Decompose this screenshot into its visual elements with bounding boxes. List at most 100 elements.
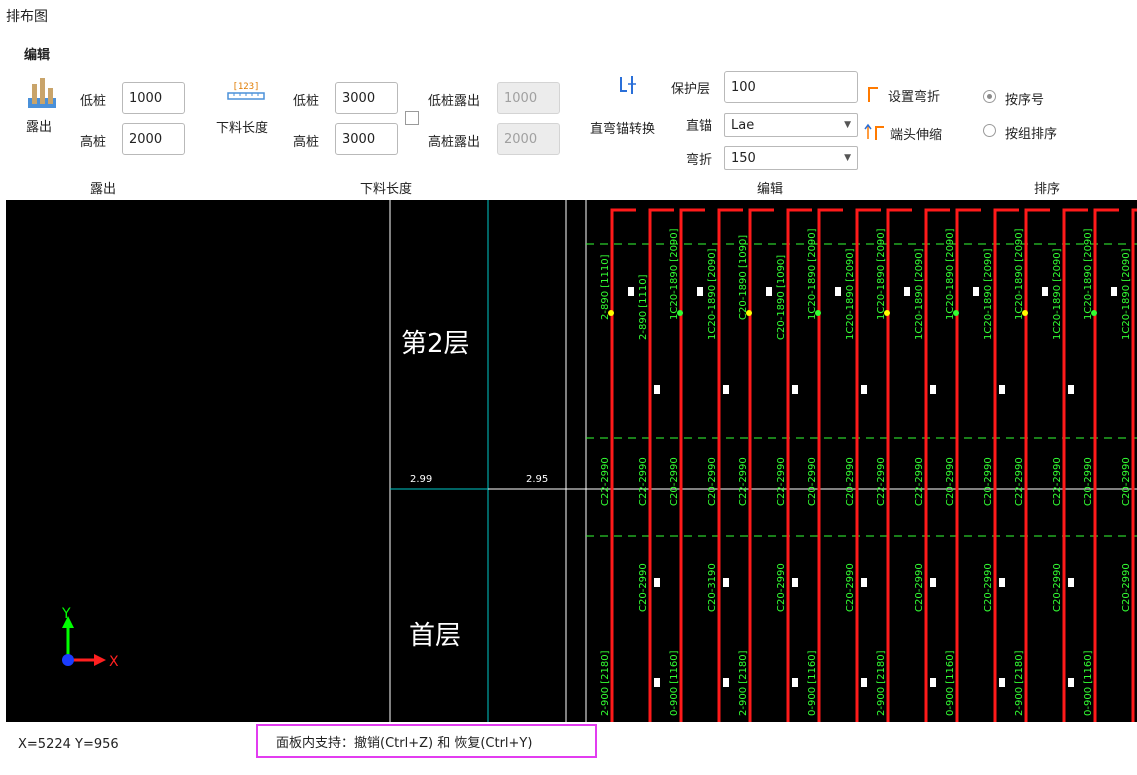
rebar-label-lower: C20-2990 xyxy=(914,563,925,612)
cut-length-icon-digits: [123] xyxy=(232,82,259,92)
rebar-node xyxy=(1068,578,1074,587)
rebar-marker-dot xyxy=(608,310,614,316)
radio-checked-icon xyxy=(983,90,996,103)
expose-low-pile-input[interactable] xyxy=(122,82,185,114)
set-bend-label: 设置弯折 xyxy=(888,90,941,105)
bend-label: 弯折 xyxy=(686,153,713,168)
rebar-label-bottom: 2-900 [2180] xyxy=(600,650,611,716)
ribbon-tab-edit[interactable]: 编辑 xyxy=(24,44,50,63)
rebar-bar xyxy=(610,208,636,722)
rebar-label-lower: C20-2990 xyxy=(1052,563,1063,612)
end-stretch-button[interactable]: 端头伸缩 xyxy=(864,122,954,143)
sort-by-number-radio[interactable]: 按序号 xyxy=(983,88,1083,108)
rebar-node xyxy=(654,578,660,587)
high-expose-label: 高桩露出 xyxy=(428,135,481,150)
rebar-node xyxy=(930,385,936,394)
sort-by-group-label: 按组排序 xyxy=(1005,127,1058,142)
cut-low-pile-input[interactable] xyxy=(335,82,398,114)
rebar-label-upper: 1C20-1890 [2090] xyxy=(1121,248,1132,340)
rebar-node xyxy=(766,287,772,296)
rebar-bar xyxy=(679,208,705,722)
rebar-label-bottom: 2-900 [2180] xyxy=(1014,650,1025,716)
expose-icon xyxy=(28,78,56,108)
stretch-icon xyxy=(864,123,884,140)
rebar-marker-dot xyxy=(677,310,683,316)
expose-high-pile-input[interactable] xyxy=(122,123,185,155)
rebar-label-mid: C20-2990 xyxy=(707,457,718,506)
rebar-label-mid: C20-2990 xyxy=(983,457,994,506)
rebar-label-mid: C20-2990 xyxy=(1121,457,1132,506)
rebar-label-mid: C20-2990 xyxy=(845,457,856,506)
layout-drawing[interactable]: 第2层 首层 2.99 2.95 Y X 2-890 [1110] 2-890 [… xyxy=(6,200,1137,722)
rebar-node xyxy=(930,578,936,587)
low-expose-label: 低桩露出 xyxy=(428,94,481,109)
drawing-canvas[interactable]: 第2层 首层 2.99 2.95 Y X 2-890 [1110] 2-890 [… xyxy=(6,200,1137,722)
bend-select[interactable]: 150 ▼ xyxy=(724,146,858,170)
cut-length-button[interactable]: [123] 下料长度 xyxy=(214,80,278,140)
rebar-node xyxy=(654,385,660,394)
rebar-label-bottom: 0-900 [1160] xyxy=(945,650,956,716)
sort-by-number-label: 按序号 xyxy=(1005,93,1045,108)
axis-y-label: Y xyxy=(61,606,71,622)
rebar-label-bottom: 0-900 [1160] xyxy=(1083,650,1094,716)
rebar-node xyxy=(792,678,798,687)
rebar-marker-dot xyxy=(953,310,959,316)
rebar-label-mid: C22-2990 xyxy=(600,457,611,506)
rebar-label-bottom: 2-900 [2180] xyxy=(738,650,749,716)
rebar-label-mid: C22-2990 xyxy=(1014,457,1025,506)
rebar-label-lower: C20-2990 xyxy=(983,563,994,612)
low-expose-input[interactable] xyxy=(497,82,560,114)
rebar-label-mid: C22-2990 xyxy=(1052,457,1063,506)
sort-group-caption: 排序 xyxy=(1034,182,1061,197)
cover-input[interactable] xyxy=(724,71,858,103)
straight-anchor-value: Lae xyxy=(731,117,755,133)
rebar-marker-dot xyxy=(746,310,752,316)
rebar-label-bottom: 0-900 [1160] xyxy=(807,650,818,716)
cut-low-pile-label: 低桩 xyxy=(293,94,320,109)
cut-length-button-label: 下料长度 xyxy=(216,121,269,136)
convert-anchor-button[interactable]: 直弯锚转换 xyxy=(590,74,670,138)
chevron-down-icon: ▼ xyxy=(844,120,851,130)
rebar-node xyxy=(792,385,798,394)
cut-high-pile-label: 高桩 xyxy=(293,135,320,150)
rebar-bar xyxy=(1093,208,1119,722)
rebar-label-mid: C20-2990 xyxy=(1083,457,1094,506)
rebar-label-mid: C22-2990 xyxy=(638,457,649,506)
bend-icon xyxy=(868,87,878,102)
rebar-label-lower: C20-2990 xyxy=(1121,563,1132,612)
rebar-label-bottom: 2-900 [2180] xyxy=(876,650,887,716)
rebar-label-bottom: 0-900 [1160] xyxy=(669,650,680,716)
rebar-node xyxy=(723,385,729,394)
rebar-node xyxy=(654,678,660,687)
anchor-convert-icon xyxy=(620,76,636,94)
rebar-label-mid: C22-2990 xyxy=(876,457,887,506)
rebar-node xyxy=(930,678,936,687)
expose-group-caption: 露出 xyxy=(90,182,117,197)
rebar-label-mid: C22-2990 xyxy=(738,457,749,506)
rebar-label-upper: 1C20-1890 [2090] xyxy=(1014,228,1025,320)
window-title: 排布图 xyxy=(6,9,48,25)
rebar-label-upper: 1C20-1890 [2090] xyxy=(1052,248,1063,340)
rebar-label-lower: C20-2990 xyxy=(845,563,856,612)
rebar-node xyxy=(999,578,1005,587)
expose-enable-checkbox[interactable] xyxy=(405,111,419,125)
expose-low-pile-label: 低桩 xyxy=(80,94,107,109)
rebar-bar xyxy=(955,208,981,722)
cut-high-pile-input[interactable] xyxy=(335,123,398,155)
set-bend-button[interactable]: 设置弯折 xyxy=(866,84,956,105)
sort-by-group-radio[interactable]: 按组排序 xyxy=(983,122,1083,142)
rebar-label-mid: C20-2990 xyxy=(669,457,680,506)
rebar-bar xyxy=(886,208,912,722)
rebar-label-upper: 1C20-1890 [2090] xyxy=(845,248,856,340)
rebar-label-mid: C22-2990 xyxy=(776,457,787,506)
rebar-label-lower: C20-2990 xyxy=(776,563,787,612)
edit-group-caption: 编辑 xyxy=(757,182,784,197)
expose-button[interactable]: 露出 xyxy=(22,76,62,136)
floor-label-lower: 首层 xyxy=(409,621,461,651)
rebar-bar xyxy=(817,208,843,722)
high-expose-input[interactable] xyxy=(497,123,560,155)
ruler-icon: [123] xyxy=(227,82,265,100)
rebar-columns[interactable]: 2-890 [1110] 2-890 [1110] C22-2990 C22-2990… xyxy=(600,208,1137,722)
rebar-node xyxy=(1042,287,1048,296)
straight-anchor-select[interactable]: Lae ▼ xyxy=(724,113,858,137)
